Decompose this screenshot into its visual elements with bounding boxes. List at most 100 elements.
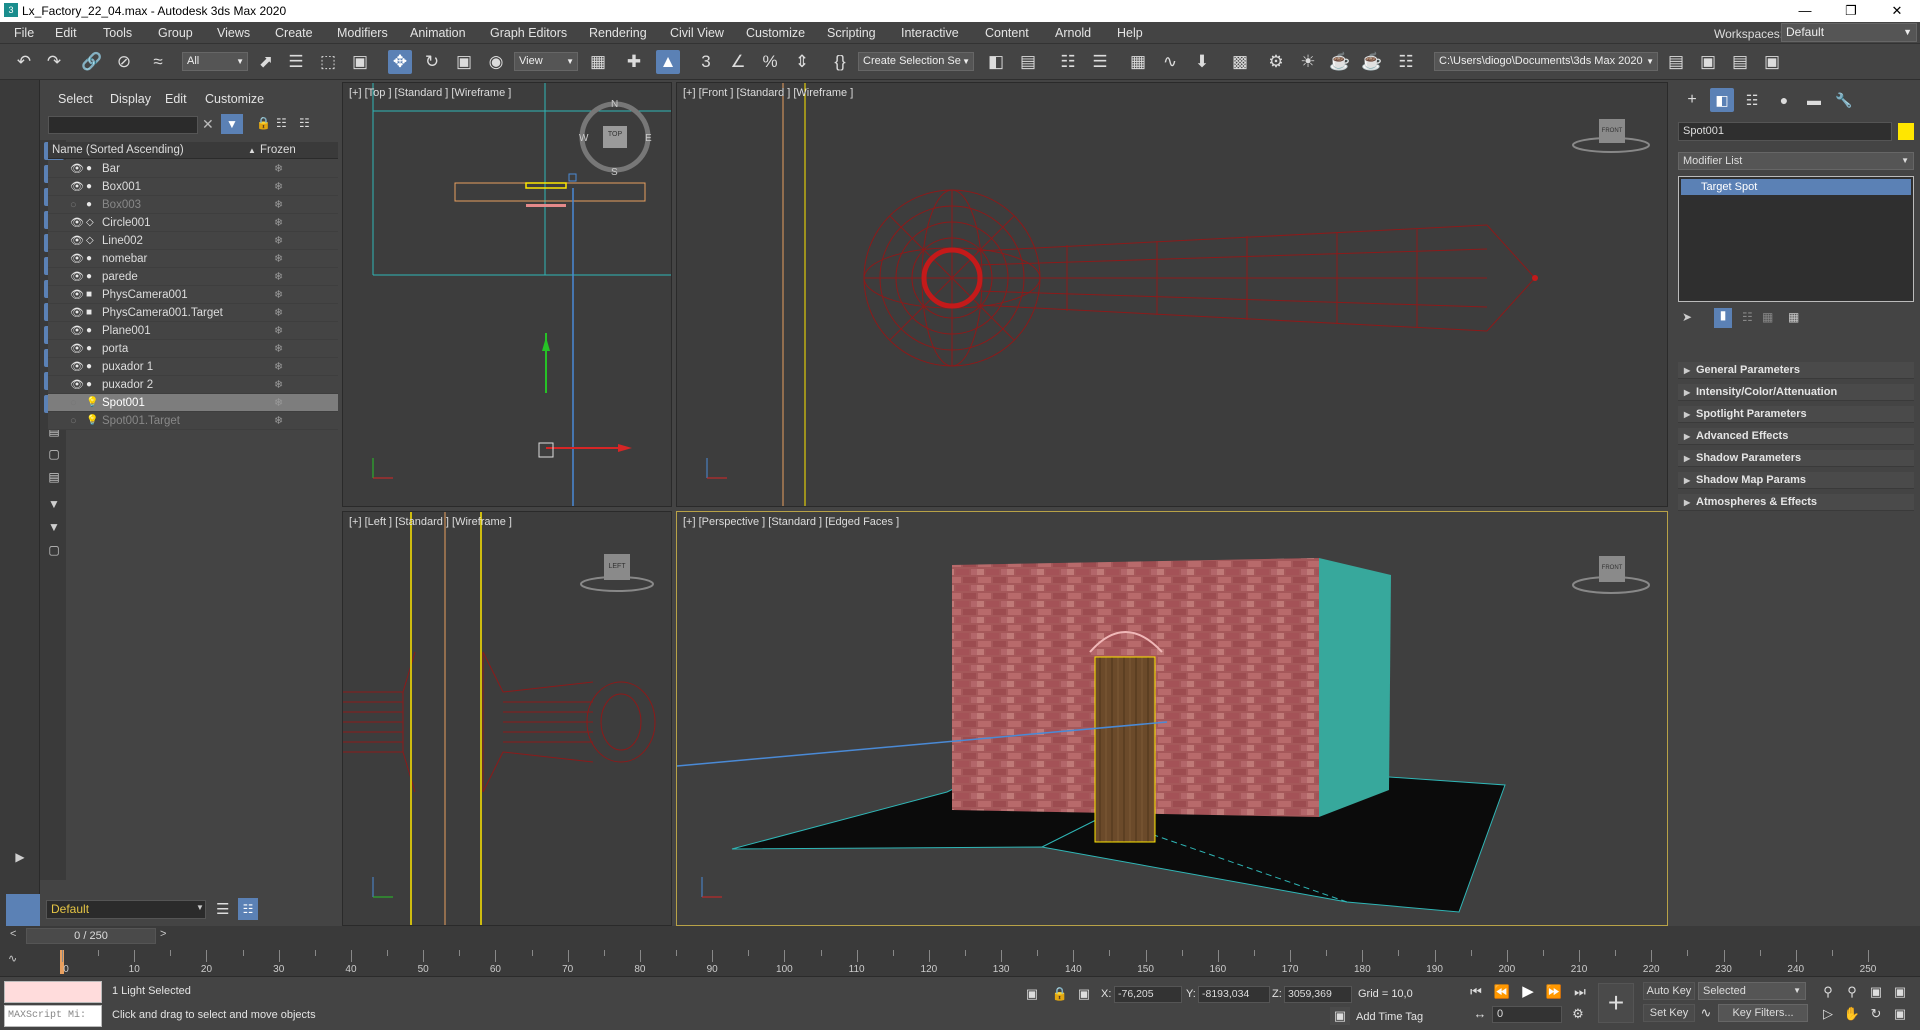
menu-views[interactable]: Views — [217, 26, 250, 40]
motion-tab-icon[interactable]: ● — [1772, 88, 1796, 112]
hierarchy-tab-icon[interactable]: ☷ — [1740, 88, 1764, 112]
key-mode-icon[interactable]: ↔ — [1470, 1005, 1490, 1023]
filter-icon[interactable]: ▼ — [44, 495, 64, 513]
schematic-view-icon[interactable]: ∿ — [1158, 50, 1182, 74]
toggle-layer-explorer-icon[interactable]: ☰ — [1088, 50, 1112, 74]
go-to-start-icon[interactable]: ⏮ — [1466, 983, 1486, 1001]
viewport-perspective-label[interactable]: [+] [Perspective ] [Standard ] [Edged Fa… — [683, 516, 899, 528]
select-and-move-icon[interactable]: ✥ — [388, 50, 412, 74]
tab-edit[interactable]: Edit — [165, 92, 187, 106]
unlink-icon[interactable]: ⊘ — [112, 50, 136, 74]
create-tab-icon[interactable]: + — [1680, 88, 1704, 112]
curve-editor-mini-icon[interactable]: ∿ — [8, 952, 17, 965]
mirror-icon[interactable]: ◧ — [984, 50, 1008, 74]
list-item[interactable]: 👁 ● Box001 ❄ — [48, 178, 338, 196]
make-unique-icon[interactable]: ☷ — [1742, 310, 1753, 324]
set-keys-icon[interactable]: + — [1598, 983, 1634, 1023]
key-mode-dropdown[interactable]: Selected ▼ — [1698, 982, 1806, 1000]
select-and-scale-icon[interactable]: ▣ — [452, 50, 476, 74]
freeze-snowflake-icon[interactable]: ❄ — [274, 286, 283, 304]
next-frame-icon[interactable]: > — [160, 928, 166, 940]
menu-content[interactable]: Content — [985, 26, 1029, 40]
zoom-all-icon[interactable]: ⚲ — [1842, 983, 1862, 1001]
visibility-eye-icon[interactable]: ○ — [70, 196, 77, 214]
lock-selection-icon[interactable]: 🔒 — [256, 116, 271, 130]
freeze-snowflake-icon[interactable]: ❄ — [274, 358, 283, 376]
visibility-eye-icon[interactable]: 👁 — [70, 178, 84, 196]
go-to-end-icon[interactable]: ⏭ — [1570, 983, 1590, 1001]
key-filters-button[interactable]: Key Filters... — [1718, 1004, 1808, 1022]
freeze-snowflake-icon[interactable]: ❄ — [274, 376, 283, 394]
modify-tab-icon[interactable]: ◧ — [1710, 88, 1734, 112]
display-tab-icon[interactable]: ▬ — [1802, 88, 1826, 112]
list-item[interactable]: 👁 ■ PhysCamera001 ❄ — [48, 286, 338, 304]
track-bar[interactable]: ∿ 0 10 20 30 40 50 60 70 80 90 100 110 120 130 140 150 1… — [0, 946, 1920, 976]
spinner-snap-icon[interactable]: ⇕ — [790, 50, 814, 74]
render-in-cloud-icon[interactable]: ☷ — [1394, 50, 1418, 74]
link-icon[interactable]: 🔗 — [80, 50, 104, 74]
render-activeshade-icon[interactable]: ☕ — [1360, 50, 1384, 74]
visibility-eye-icon[interactable]: 👁 — [70, 250, 84, 268]
viewcube-left-face[interactable]: LEFT — [604, 563, 630, 570]
project-new-icon[interactable]: ▤ — [1728, 50, 1752, 74]
rollout-shadow-parameters[interactable]: ▶ Shadow Parameters — [1678, 450, 1914, 467]
tab-display[interactable]: Display — [110, 92, 151, 106]
freeze-snowflake-icon[interactable]: ❄ — [274, 340, 283, 358]
zoom-icon[interactable]: ⚲ — [1818, 983, 1838, 1001]
viewport-top[interactable]: TOP N S W E [+] [Top ] [Standard ] [Wire… — [342, 82, 672, 507]
select-object-icon[interactable]: ⬈ — [254, 50, 278, 74]
list-item[interactable]: 👁 ◇ Circle001 ❄ — [48, 214, 338, 232]
project-open-icon[interactable]: ▣ — [1696, 50, 1720, 74]
freeze-snowflake-icon[interactable]: ❄ — [274, 394, 283, 412]
play-icon[interactable]: ▶ — [1518, 983, 1538, 1001]
render-setup-icon[interactable]: ▩ — [1228, 50, 1252, 74]
viewcube-front-face[interactable]: FRONT — [1599, 128, 1625, 134]
menu-group[interactable]: Group — [158, 26, 193, 40]
freeze-snowflake-icon[interactable]: ❄ — [274, 268, 283, 286]
menu-help[interactable]: Help — [1117, 26, 1143, 40]
minimize-icon[interactable]: — — [1782, 0, 1828, 22]
rollout-general-parameters[interactable]: ▶ General Parameters — [1678, 362, 1914, 379]
viewport-perspective[interactable]: FRONT [+] [Perspective ] [Standard ] [Ed… — [676, 511, 1668, 926]
auto-key-button[interactable]: Auto Key — [1643, 982, 1695, 1000]
object-color-swatch[interactable] — [1898, 123, 1914, 140]
modifier-list-dropdown[interactable]: Modifier List ▼ — [1678, 152, 1914, 170]
visibility-eye-icon[interactable]: 👁 — [70, 268, 84, 286]
edit-named-selection-icon[interactable]: {} — [828, 50, 852, 74]
menu-modifiers[interactable]: Modifiers — [337, 26, 388, 40]
viewcube-top-face[interactable]: TOP — [603, 131, 627, 138]
zoom-extents-all-icon[interactable]: ▣ — [1890, 983, 1910, 1001]
select-and-rotate-icon[interactable]: ↻ — [420, 50, 444, 74]
workspace-dropdown[interactable]: Default ▼ — [1781, 23, 1917, 42]
display-none-icon[interactable]: ▢ — [44, 445, 64, 463]
select-and-place-icon[interactable]: ◉ — [484, 50, 508, 74]
visibility-eye-icon[interactable]: ○ — [70, 394, 77, 412]
time-tag-icon[interactable]: ▣ — [1330, 1007, 1350, 1025]
rectangular-selection-icon[interactable]: ⬚ — [316, 50, 340, 74]
previous-key-icon[interactable]: ⏪ — [1492, 983, 1512, 1001]
list-item[interactable]: 👁 ● puxador 1 ❄ — [48, 358, 338, 376]
maxscript-mini-listener[interactable]: MAXScript Mi: — [4, 1005, 102, 1027]
z-coordinate-field[interactable]: 3059,369 — [1284, 986, 1352, 1003]
hierarchy-icon[interactable]: ☷ — [276, 116, 287, 130]
select-by-name-icon[interactable]: ☰ — [284, 50, 308, 74]
visibility-eye-icon[interactable]: 👁 — [70, 322, 84, 340]
snaps-toggle-icon[interactable]: 3 — [694, 50, 718, 74]
viewport-front-label[interactable]: [+] [Front ] [Standard ] [Wireframe ] — [683, 87, 853, 99]
list-item[interactable]: ○ ● Box003 ❄ — [48, 196, 338, 214]
list-item[interactable]: ○ 💡 Spot001 ❄ — [48, 394, 338, 412]
menu-interactive[interactable]: Interactive — [901, 26, 959, 40]
column-frozen-header[interactable]: Frozen — [260, 142, 296, 159]
time-slider-thumb[interactable]: 0 / 250 — [26, 928, 156, 944]
show-end-result-icon[interactable]: ▮ — [1714, 308, 1732, 328]
viewport-layout-icon[interactable] — [6, 894, 40, 926]
window-crossing-icon[interactable]: ▣ — [348, 50, 372, 74]
percent-snap-icon[interactable]: % — [758, 50, 782, 74]
material-editor-icon[interactable]: ⬇ — [1190, 50, 1214, 74]
render-production-icon[interactable]: ☀ — [1296, 50, 1320, 74]
redo-icon[interactable]: ↷ — [42, 50, 66, 74]
menu-file[interactable]: File — [14, 26, 34, 40]
clear-search-icon[interactable]: ✕ — [202, 116, 214, 133]
visibility-eye-icon[interactable]: 👁 — [70, 214, 84, 232]
play-expand-icon[interactable]: ▶ — [10, 848, 30, 866]
